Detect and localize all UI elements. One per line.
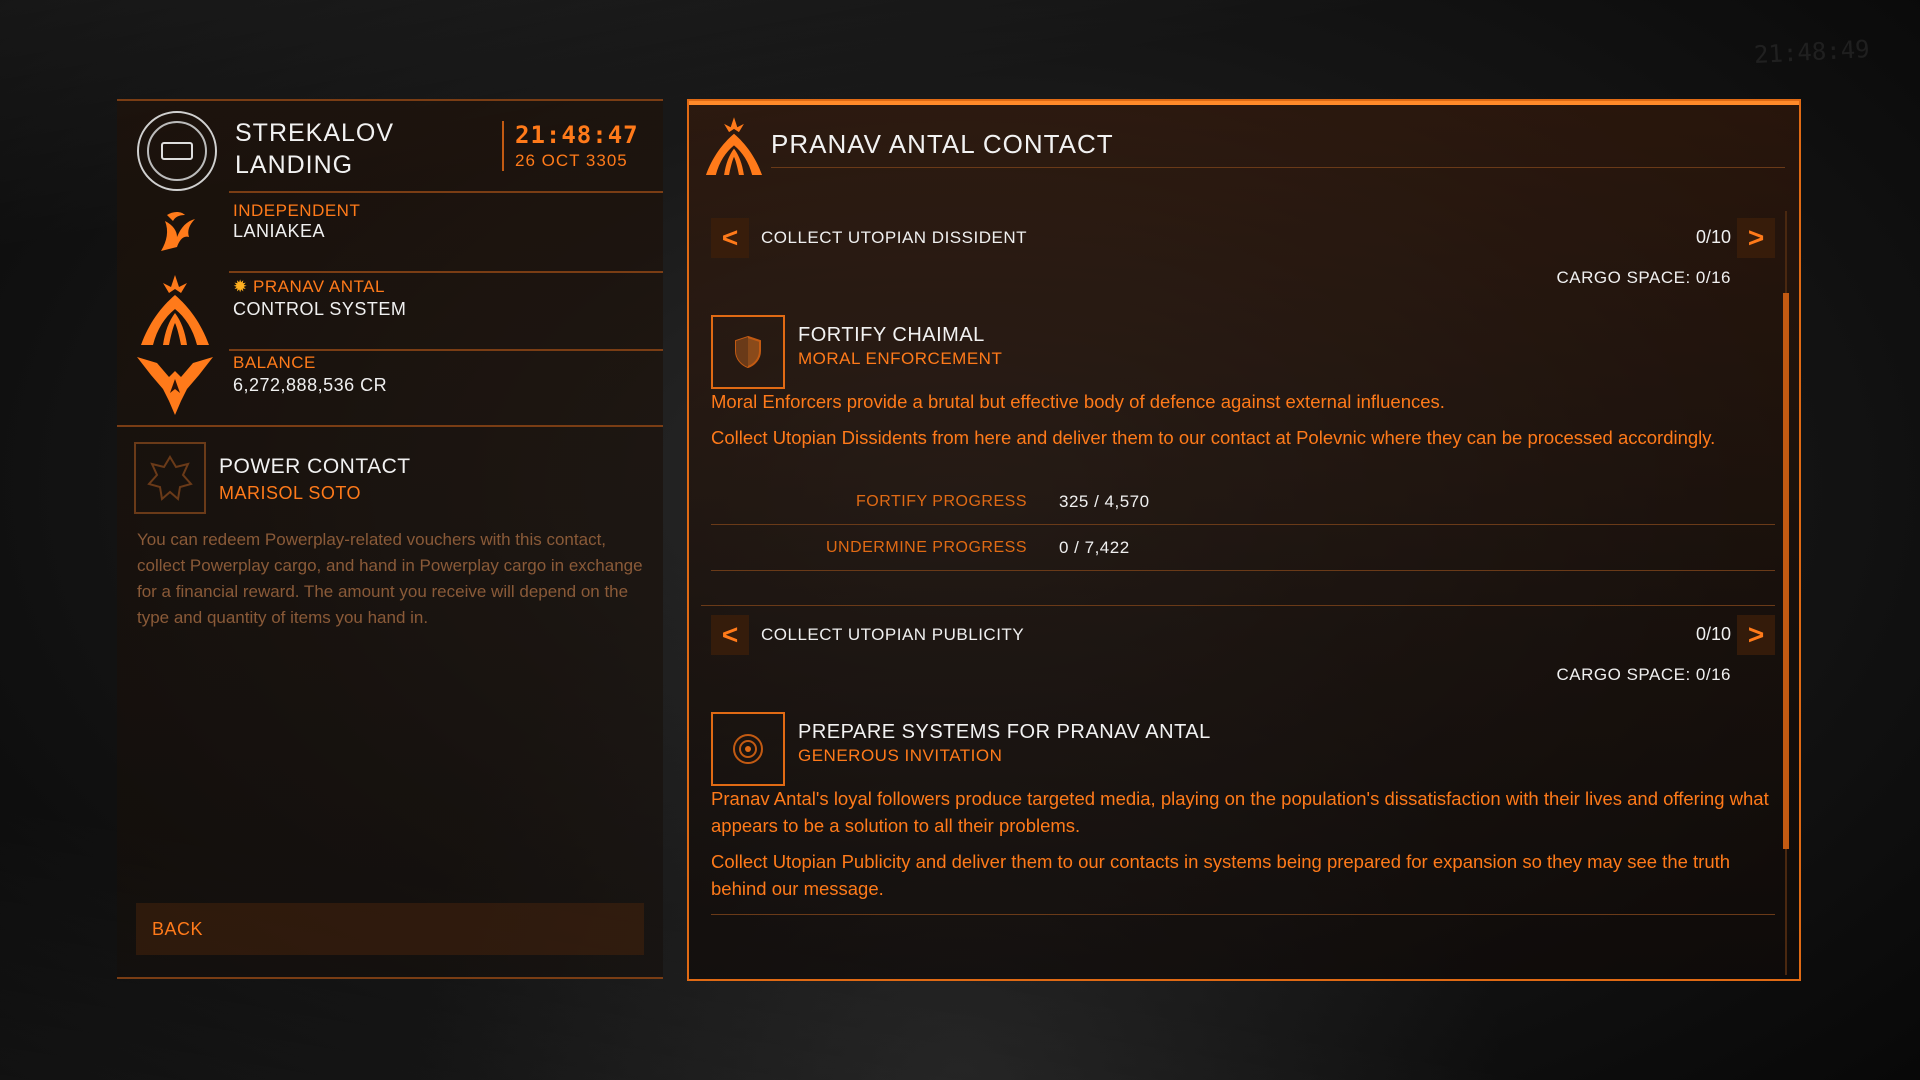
cargo-section-publicity: < COLLECT UTOPIAN PUBLICITY 0/10 > CARGO…	[711, 615, 1775, 975]
task-subtitle: MORAL ENFORCEMENT	[798, 349, 1003, 368]
balance-value: 6,272,888,536 CR	[233, 375, 388, 395]
power-contact-panel: PRANAV ANTAL CONTACT < COLLECT UTOPIAN D…	[687, 99, 1801, 981]
cargo-selector: < COLLECT UTOPIAN DISSIDENT 0/10 >	[711, 218, 1775, 258]
divider	[229, 349, 663, 351]
cargo-section-dissident: < COLLECT UTOPIAN DISSIDENT 0/10 > CARGO…	[711, 218, 1775, 578]
panel-top-edge	[689, 101, 1799, 105]
faction-name: LANIAKEA	[233, 221, 326, 241]
divider	[229, 271, 663, 273]
power-contact-title: POWER CONTACT	[219, 455, 411, 478]
undermine-progress-value: 0 / 7,422	[1059, 538, 1130, 557]
task-instructions: Collect Utopian Dissidents from here and…	[711, 427, 1716, 448]
divider	[711, 524, 1775, 525]
cargo-name: COLLECT UTOPIAN PUBLICITY	[761, 625, 1025, 644]
pranav-antal-icon	[135, 273, 215, 349]
next-arrow-icon[interactable]: >	[1737, 615, 1775, 655]
scrollbar-thumb[interactable]	[1783, 293, 1789, 849]
divider	[701, 605, 1775, 606]
power-name-row: ✹ PRANAV ANTAL	[233, 277, 385, 297]
power-name: PRANAV ANTAL	[252, 277, 385, 296]
divider	[117, 977, 663, 979]
cargo-count: 0/10	[1695, 227, 1731, 247]
cargo-space: CARGO SPACE: 0/16	[1556, 268, 1731, 287]
task-description: Moral Enforcers provide a brutal but eff…	[711, 391, 1445, 412]
cargo-space: CARGO SPACE: 0/16	[1556, 665, 1731, 684]
station-info-panel: STREKALOV LANDING 21:48:47 26 OCT 3305 I…	[117, 99, 663, 979]
prev-arrow-icon[interactable]: <	[711, 218, 749, 258]
cargo-count: 0/10	[1695, 624, 1731, 644]
pranav-antal-icon	[701, 115, 767, 184]
next-arrow-icon[interactable]: >	[1737, 218, 1775, 258]
shield-icon	[711, 315, 785, 389]
divider	[117, 99, 663, 101]
target-icon	[711, 712, 785, 786]
task-title: PREPARE SYSTEMS FOR PRANAV ANTAL	[798, 721, 1211, 743]
date-readout: 26 OCT 3305	[515, 151, 628, 170]
fortify-progress-value: 325 / 4,570	[1059, 492, 1150, 511]
clock: 21:48:47 26 OCT 3305	[515, 121, 639, 171]
power-contact-icon	[134, 442, 206, 514]
faction-allegiance: INDEPENDENT	[233, 201, 361, 220]
divider	[711, 570, 1775, 571]
task-title: FORTIFY CHAIMAL	[798, 324, 985, 346]
phoenix-icon	[147, 201, 203, 257]
sun-icon: ✹	[233, 277, 248, 296]
task-subtitle: GENEROUS INVITATION	[798, 746, 1003, 765]
power-contact-name: MARISOL SOTO	[219, 483, 362, 503]
background-clock: 21:48:49	[1753, 34, 1871, 70]
station-name: STREKALOV LANDING	[235, 119, 395, 179]
divider	[711, 914, 1775, 915]
time-readout: 21:48:47	[515, 121, 639, 149]
task-instructions: Collect Utopian Publicity and deliver th…	[711, 851, 1731, 899]
task-description: Pranav Antal's loyal followers produce t…	[711, 788, 1769, 836]
power-status: CONTROL SYSTEM	[233, 299, 407, 319]
divider	[117, 425, 663, 427]
divider	[502, 121, 504, 171]
power-contact-description: You can redeem Powerplay-related voucher…	[137, 530, 643, 627]
divider	[771, 167, 1785, 168]
cargo-selector: < COLLECT UTOPIAN PUBLICITY 0/10 >	[711, 615, 1775, 655]
prev-arrow-icon[interactable]: <	[711, 615, 749, 655]
station-icon	[137, 111, 217, 191]
undermine-progress-label: UNDERMINE PROGRESS	[825, 539, 1027, 556]
fortify-progress-label: FORTIFY PROGRESS	[856, 493, 1027, 510]
wings-icon	[135, 349, 215, 421]
back-button[interactable]: BACK	[136, 903, 644, 955]
divider	[229, 191, 663, 193]
panel-title: PRANAV ANTAL CONTACT	[771, 129, 1114, 159]
balance-label: BALANCE	[233, 353, 316, 372]
cargo-name: COLLECT UTOPIAN DISSIDENT	[761, 228, 1027, 247]
